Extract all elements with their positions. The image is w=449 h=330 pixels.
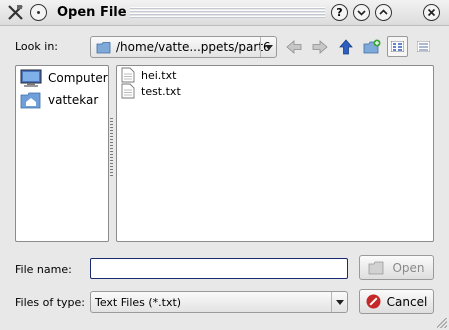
window-title: Open File bbox=[57, 5, 127, 20]
close-button[interactable] bbox=[423, 4, 440, 21]
new-folder-icon bbox=[363, 39, 380, 53]
look-in-label: Look in: bbox=[15, 40, 58, 53]
list-view-icon bbox=[391, 41, 404, 52]
help-icon: ? bbox=[336, 6, 343, 19]
open-button[interactable]: Open bbox=[359, 255, 434, 280]
folder-icon bbox=[96, 42, 111, 54]
detail-view-button[interactable] bbox=[413, 36, 434, 57]
text-file-icon bbox=[121, 67, 135, 83]
file-list[interactable]: hei.txt test.txt bbox=[116, 65, 434, 242]
keep-on-top-button[interactable] bbox=[30, 4, 47, 21]
forward-button[interactable] bbox=[309, 36, 330, 57]
parent-directory-button[interactable] bbox=[335, 36, 356, 57]
computer-icon bbox=[20, 69, 42, 87]
parent-directory-icon bbox=[338, 38, 353, 54]
place-computer[interactable]: Computer bbox=[20, 68, 108, 88]
text-file-icon bbox=[121, 83, 135, 99]
files-of-type-label: Files of type: bbox=[15, 296, 86, 309]
minimize-button[interactable] bbox=[353, 4, 370, 21]
dropdown-arrow[interactable] bbox=[260, 37, 276, 57]
pane-splitter[interactable] bbox=[110, 118, 113, 178]
close-icon bbox=[427, 8, 436, 17]
look-in-path: /home/vatte...ppets/part6 bbox=[116, 40, 271, 54]
file-item-test[interactable]: test.txt bbox=[121, 83, 181, 99]
cancel-icon bbox=[366, 294, 381, 309]
forward-icon bbox=[312, 39, 328, 54]
file-item-hei[interactable]: hei.txt bbox=[121, 67, 176, 83]
home-folder-icon bbox=[20, 92, 41, 109]
file-name-label: File name: bbox=[15, 263, 72, 276]
title-decoration bbox=[130, 7, 325, 19]
files-of-type-combo[interactable]: Text Files (*.txt) bbox=[90, 291, 348, 313]
title-bar: Open File ? bbox=[0, 0, 449, 26]
files-of-type-value: Text Files (*.txt) bbox=[95, 296, 182, 309]
place-label: Computer bbox=[48, 71, 108, 85]
open-button-label: Open bbox=[392, 260, 425, 275]
place-vattekar[interactable]: vattekar bbox=[20, 90, 98, 110]
back-button[interactable] bbox=[283, 36, 304, 57]
resize-grip[interactable] bbox=[437, 318, 447, 328]
maximize-button[interactable] bbox=[375, 4, 392, 21]
chevron-down-icon bbox=[335, 299, 344, 305]
new-folder-button[interactable] bbox=[361, 36, 382, 57]
dropdown-arrow[interactable] bbox=[331, 292, 347, 312]
detail-view-icon bbox=[417, 41, 430, 52]
list-view-button[interactable] bbox=[387, 36, 408, 57]
chevron-down-icon bbox=[357, 10, 366, 16]
place-label: vattekar bbox=[48, 93, 99, 107]
back-icon bbox=[285, 39, 301, 54]
look-in-combo[interactable]: /home/vatte...ppets/part6 bbox=[90, 36, 277, 58]
help-button[interactable]: ? bbox=[331, 4, 348, 21]
file-name-input[interactable] bbox=[90, 258, 348, 279]
folder-open-icon bbox=[369, 261, 384, 274]
cancel-button-label: Cancel bbox=[386, 294, 428, 309]
file-name: hei.txt bbox=[141, 68, 177, 82]
chevron-up-icon bbox=[379, 9, 388, 15]
cancel-button[interactable]: Cancel bbox=[359, 289, 434, 314]
app-menu-icon[interactable] bbox=[6, 3, 25, 22]
chevron-down-icon bbox=[264, 44, 273, 50]
places-sidebar[interactable]: Computer vattekar bbox=[15, 65, 109, 242]
file-name: test.txt bbox=[141, 84, 181, 98]
